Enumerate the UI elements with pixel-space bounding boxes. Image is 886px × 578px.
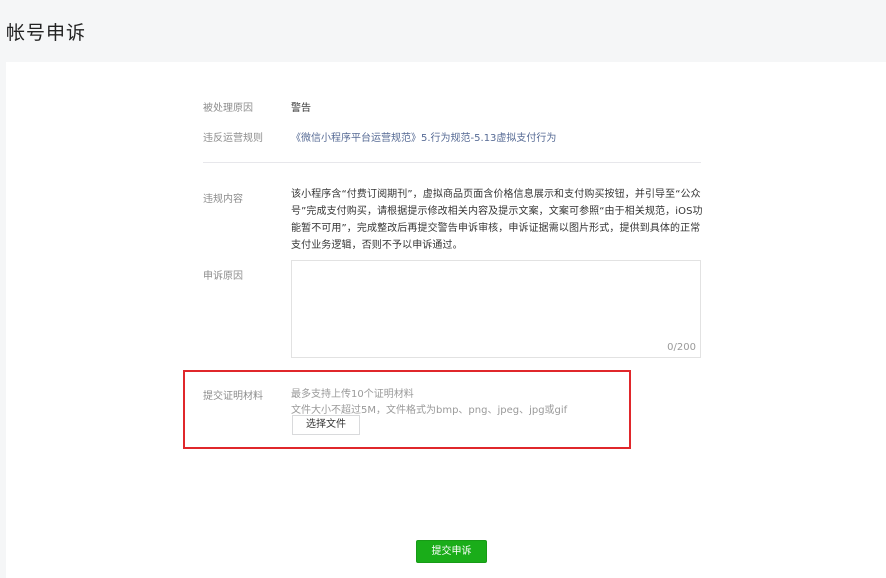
appeal-form-card: 被处理原因 警告 违反运营规则 《微信小程序平台运营规范》5.行为规范-5.13… xyxy=(6,62,886,578)
divider xyxy=(203,162,701,163)
choose-file-button[interactable]: 选择文件 xyxy=(292,415,360,435)
evidence-hint-count: 最多支持上传10个证明材料 xyxy=(291,389,414,400)
reason-label: 被处理原因 xyxy=(203,103,253,114)
appeal-reason-textarea[interactable]: 0/200 xyxy=(291,260,701,358)
char-counter: 0/200 xyxy=(667,342,696,353)
violation-label: 违规内容 xyxy=(203,194,243,205)
page-title: 帐号申诉 xyxy=(6,22,87,44)
reason-value: 警告 xyxy=(291,103,311,114)
rule-link[interactable]: 《微信小程序平台运营规范》5.行为规范-5.13虚拟支付行为 xyxy=(291,129,556,144)
rule-label: 违反运营规则 xyxy=(203,133,263,144)
evidence-label: 提交证明材料 xyxy=(203,391,263,402)
evidence-hint-format: 文件大小不超过5M，文件格式为bmp、png、jpeg、jpg或gif xyxy=(291,405,568,416)
appeal-reason-label: 申诉原因 xyxy=(203,271,243,282)
violation-content: 该小程序含“付费订阅期刊”，虚拟商品页面含价格信息展示和支付购买按钮，并引导至“… xyxy=(291,189,703,251)
submit-appeal-button[interactable]: 提交申诉 xyxy=(416,540,487,563)
